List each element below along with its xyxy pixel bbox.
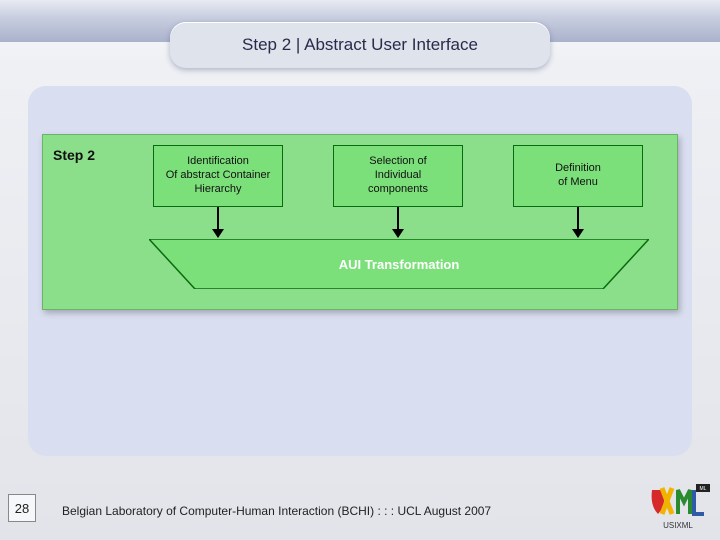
arrow-down-icon (577, 207, 579, 237)
slide-title-text: Step 2 | Abstract User Interface (242, 35, 478, 55)
svg-text:ML: ML (700, 486, 707, 492)
box-definition-text: Definition of Menu (555, 162, 601, 190)
slide-title: Step 2 | Abstract User Interface (170, 22, 550, 68)
box-identification: Identification Of abstract Container Hie… (153, 145, 283, 207)
arrow-down-icon (217, 207, 219, 237)
svg-text:USIXML: USIXML (663, 521, 693, 530)
box-selection: Selection of Individual components (333, 145, 463, 207)
usixml-logo-icon: ML USIXML (648, 484, 710, 530)
page-number-text: 28 (15, 501, 29, 516)
flow-diagram: Step 2 Identification Of abstract Contai… (42, 134, 678, 310)
footer-text: Belgian Laboratory of Computer-Human Int… (62, 504, 491, 518)
box-definition: Definition of Menu (513, 145, 643, 207)
step-label: Step 2 (53, 147, 95, 163)
box-identification-text: Identification Of abstract Container Hie… (166, 155, 271, 196)
box-selection-text: Selection of Individual components (368, 155, 428, 196)
output-label: AUI Transformation (339, 257, 460, 272)
output-trapezoid: AUI Transformation (149, 239, 649, 293)
content-panel: Step 2 Identification Of abstract Contai… (28, 86, 692, 456)
arrow-down-icon (397, 207, 399, 237)
page-number: 28 (8, 494, 36, 522)
